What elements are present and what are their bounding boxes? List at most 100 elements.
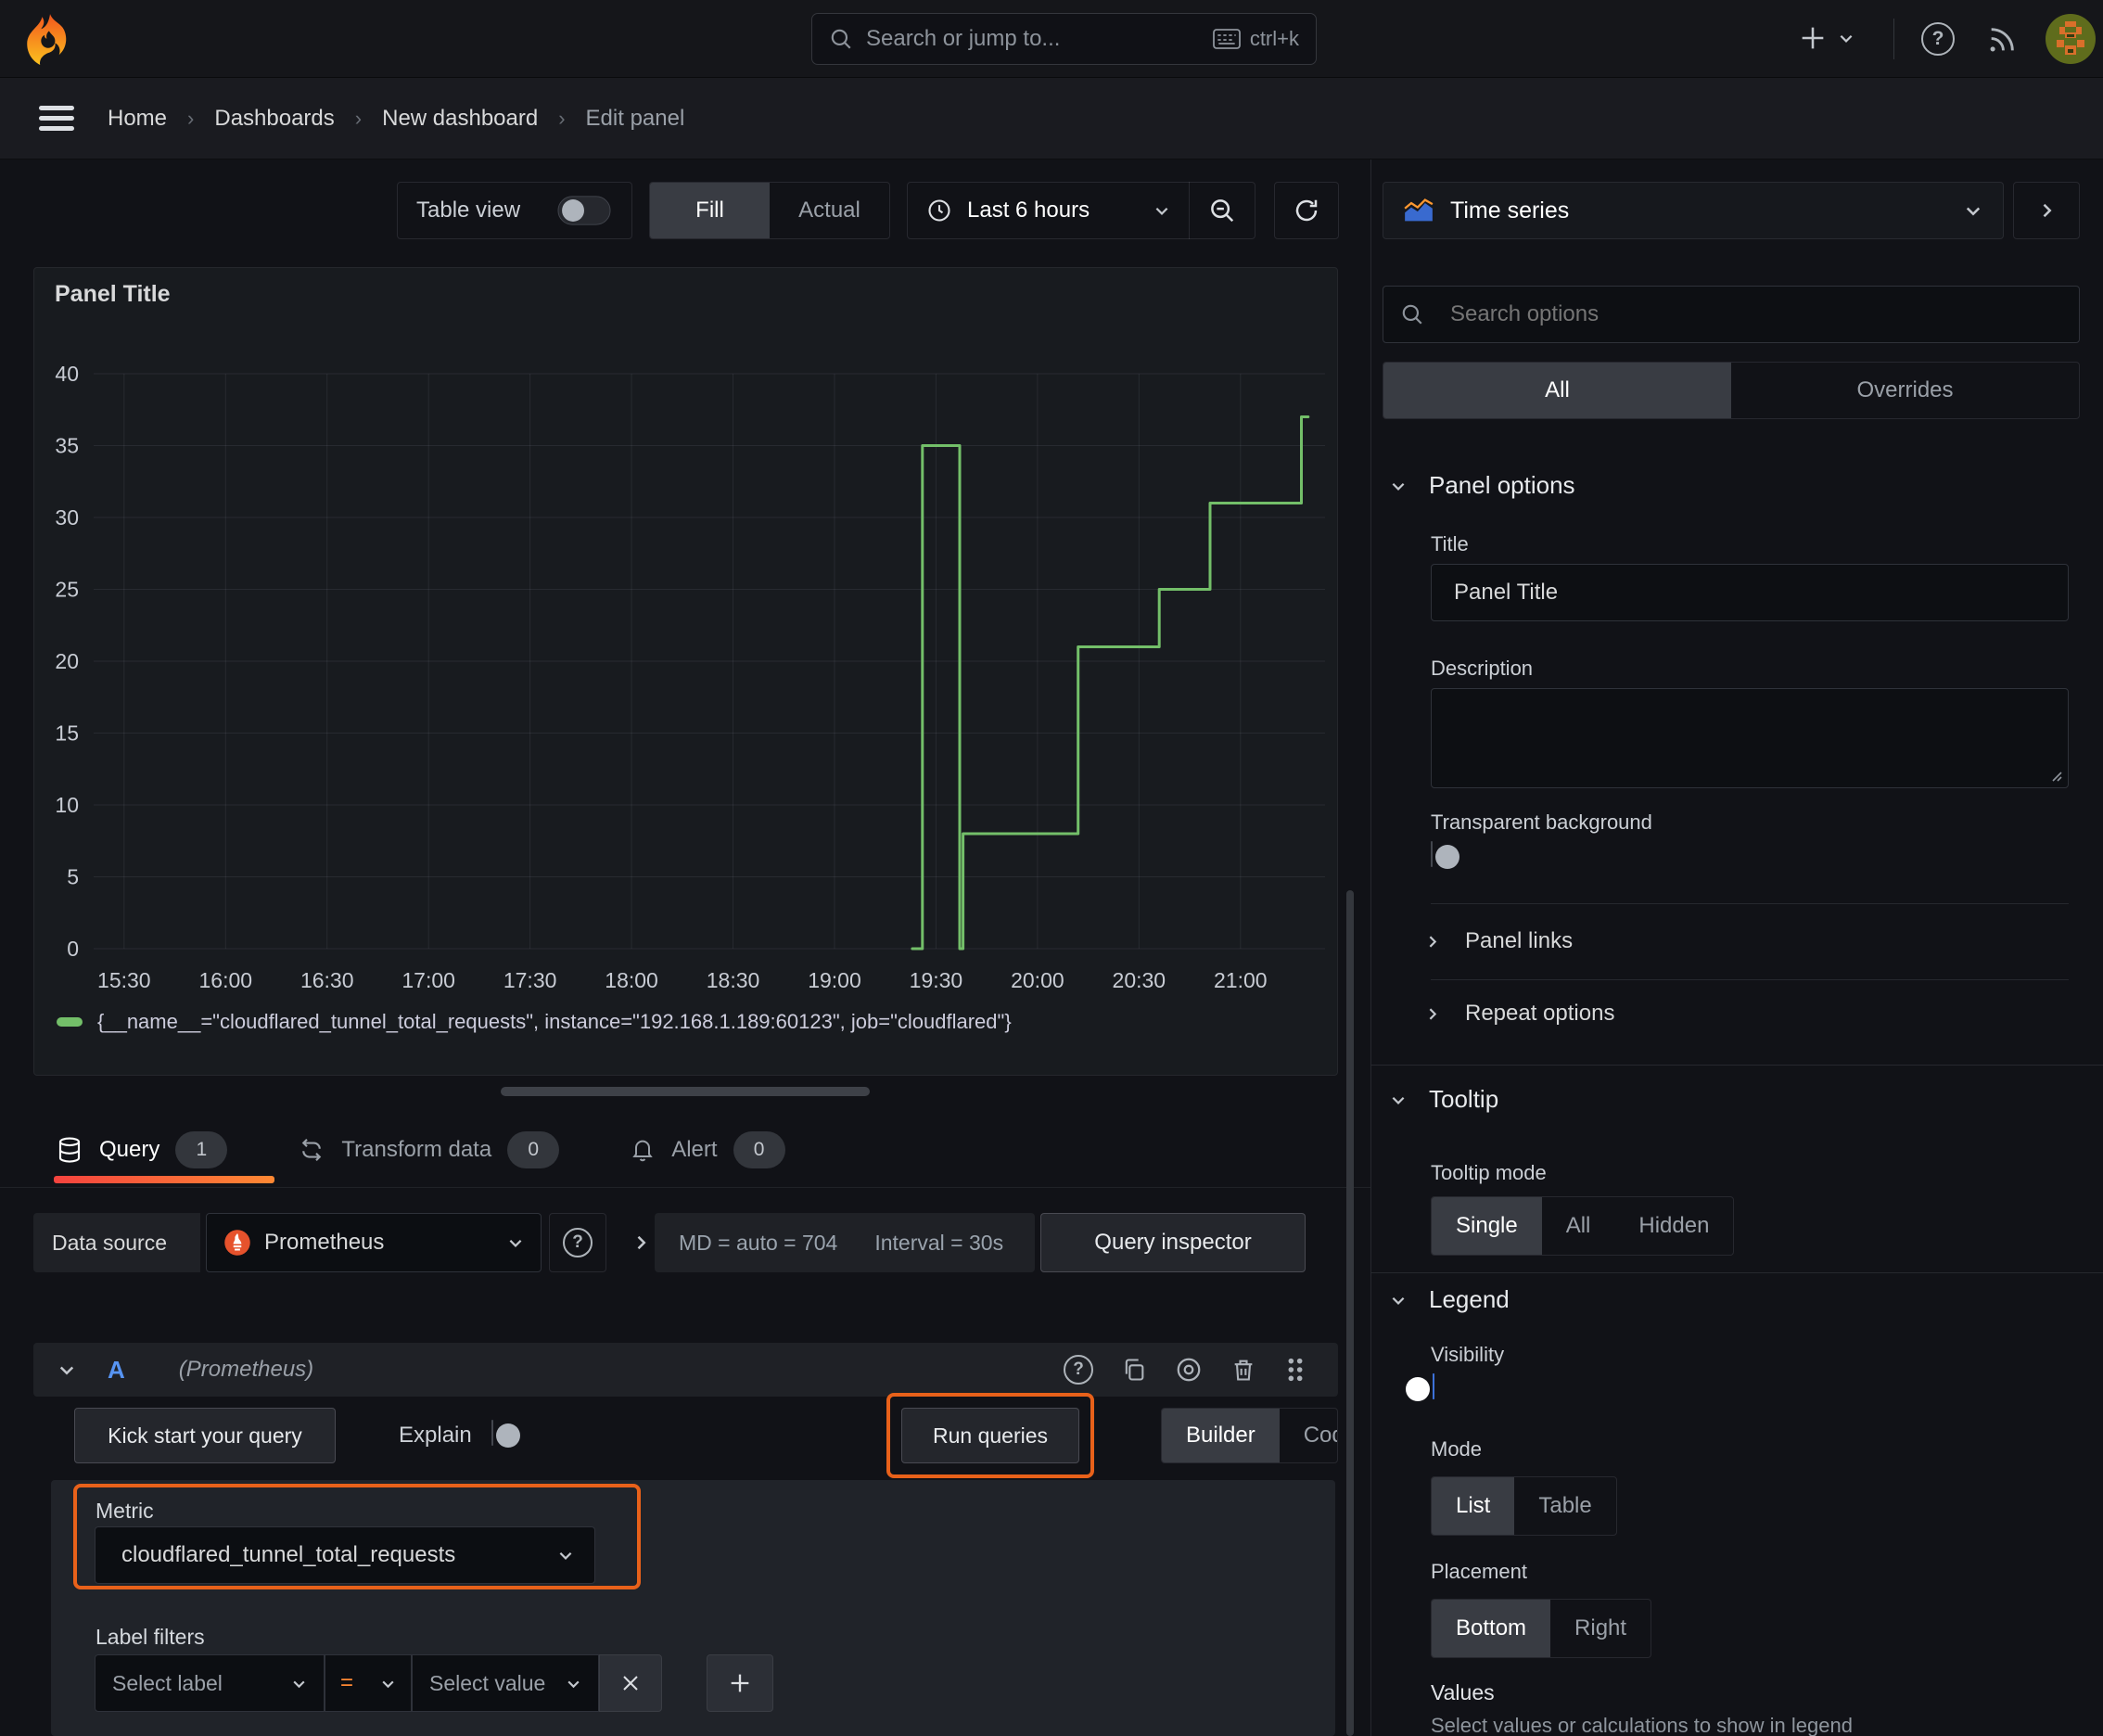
builder-option[interactable]: Builder xyxy=(1162,1409,1280,1462)
title-field[interactable] xyxy=(1431,564,2069,621)
tab-alert[interactable]: Alert 0 xyxy=(630,1131,785,1168)
eye-icon[interactable] xyxy=(1175,1356,1203,1384)
remove-filter-button[interactable] xyxy=(599,1654,662,1712)
tooltip-hidden-option[interactable]: Hidden xyxy=(1614,1197,1733,1255)
add-filter-button[interactable] xyxy=(707,1654,773,1712)
grafana-logo-icon[interactable] xyxy=(26,13,74,65)
search-icon xyxy=(829,27,853,51)
new-dropdown-button[interactable] xyxy=(1797,22,1854,54)
legend-header[interactable]: Legend xyxy=(1390,1285,1510,1314)
chevron-down-icon xyxy=(1964,201,1982,220)
breadcrumb-home[interactable]: Home xyxy=(108,106,167,132)
time-series-chart[interactable]: 0 5 10 15 20 25 30 35 40 15:30 16:00 16:30 17:00 17:3… xyxy=(34,314,1329,1001)
chevron-down-icon xyxy=(1390,1091,1407,1108)
viz-suggestions-button[interactable] xyxy=(2013,182,2080,239)
transform-icon xyxy=(298,1136,325,1164)
placement-bottom-option[interactable]: Bottom xyxy=(1432,1600,1551,1657)
chevron-down-icon[interactable] xyxy=(57,1360,76,1379)
placement-right-option[interactable]: Right xyxy=(1550,1600,1651,1657)
run-queries-button[interactable]: Run queries xyxy=(901,1408,1079,1463)
help-button[interactable]: ? xyxy=(1921,22,1955,56)
options-search-input[interactable] xyxy=(1428,301,2079,327)
fill-option[interactable]: Fill xyxy=(650,183,770,238)
tooltip-header[interactable]: Tooltip xyxy=(1390,1085,1498,1114)
select-label-dropdown[interactable]: Select label xyxy=(95,1654,325,1712)
metric-select[interactable]: cloudflared_tunnel_total_requests xyxy=(95,1526,595,1584)
clock-icon xyxy=(926,198,952,223)
tab-overrides[interactable]: Overrides xyxy=(1731,363,2079,418)
svg-text:15:30: 15:30 xyxy=(97,968,151,992)
breadcrumb-separator: › xyxy=(558,107,566,130)
query-inspector-button[interactable]: Query inspector xyxy=(1040,1213,1306,1272)
copy-icon[interactable] xyxy=(1121,1357,1147,1383)
tab-query[interactable]: Query 1 xyxy=(56,1131,228,1168)
explain-toggle[interactable] xyxy=(491,1420,493,1446)
legend-table-option[interactable]: Table xyxy=(1514,1477,1615,1535)
query-row-header[interactable]: A (Prometheus) ? xyxy=(33,1343,1338,1397)
time-range-button[interactable]: Last 6 hours xyxy=(908,198,1189,223)
legend-label[interactable]: {__name__="cloudflared_tunnel_total_requ… xyxy=(97,1010,1012,1034)
kick-start-query-button[interactable]: Kick start your query xyxy=(74,1408,336,1463)
query-count-badge: 1 xyxy=(175,1131,228,1168)
visualization-picker[interactable]: Time series xyxy=(1383,182,2004,239)
operator-dropdown[interactable]: = xyxy=(325,1654,412,1712)
legend-list-option[interactable]: List xyxy=(1432,1477,1515,1535)
query-help-icon[interactable]: ? xyxy=(1064,1355,1093,1385)
scrollbar[interactable] xyxy=(1346,890,1354,1736)
drag-handle-icon[interactable] xyxy=(1284,1357,1306,1383)
plus-icon xyxy=(731,1674,749,1692)
news-feed-button[interactable] xyxy=(1986,24,2018,56)
svg-text:16:00: 16:00 xyxy=(199,968,253,992)
refresh-button[interactable] xyxy=(1274,182,1339,239)
options-search[interactable] xyxy=(1383,286,2080,343)
transparent-background-toggle[interactable] xyxy=(1431,841,1433,867)
select-value-dropdown[interactable]: Select value xyxy=(412,1654,599,1712)
chart-legend: {__name__="cloudflared_tunnel_total_requ… xyxy=(57,1010,1012,1034)
menu-icon[interactable] xyxy=(39,106,74,132)
user-avatar[interactable] xyxy=(2046,14,2096,64)
section-divider xyxy=(1431,903,2069,904)
shortcut-hint: ctrl+k xyxy=(1212,27,1299,51)
table-view-toggle[interactable] xyxy=(557,196,611,225)
svg-text:40: 40 xyxy=(55,362,79,386)
breadcrumb-new-dashboard[interactable]: New dashboard xyxy=(382,106,538,132)
title-input[interactable] xyxy=(1432,580,2068,606)
code-option[interactable]: Code xyxy=(1280,1409,1337,1462)
transparent-background-label: Transparent background xyxy=(1431,811,1652,834)
actual-option[interactable]: Actual xyxy=(770,183,889,238)
tooltip-single-option[interactable]: Single xyxy=(1432,1197,1542,1255)
tab-transform-data[interactable]: Transform data 0 xyxy=(298,1131,560,1168)
table-view-label: Table view xyxy=(416,198,521,223)
section-divider xyxy=(1371,1065,2103,1066)
search-input[interactable] xyxy=(866,26,1200,52)
datasource-help-button[interactable]: ? xyxy=(549,1213,606,1272)
breadcrumb-bar: Home › Dashboards › New dashboard › Edit… xyxy=(0,78,2103,215)
panel-options-header[interactable]: Panel options xyxy=(1390,471,1575,500)
legend-placement-label: Placement xyxy=(1431,1560,1527,1583)
section-divider xyxy=(1431,979,2069,980)
trash-icon[interactable] xyxy=(1230,1357,1256,1383)
svg-text:17:30: 17:30 xyxy=(503,968,557,992)
datasource-picker[interactable]: Prometheus xyxy=(206,1213,542,1272)
svg-text:0: 0 xyxy=(67,937,79,961)
legend-visibility-toggle[interactable] xyxy=(1433,1373,1434,1399)
time-range-control: Last 6 hours xyxy=(907,182,1255,239)
chevron-down-icon xyxy=(507,1234,524,1251)
tooltip-all-option[interactable]: All xyxy=(1542,1197,1615,1255)
breadcrumb-dashboards[interactable]: Dashboards xyxy=(214,106,334,132)
resize-grip-icon[interactable] xyxy=(2047,767,2062,782)
legend-mode-label: Mode xyxy=(1431,1437,1483,1461)
zoom-out-button[interactable] xyxy=(1190,197,1255,224)
resize-handle[interactable] xyxy=(501,1087,870,1096)
datasource-label: Data source xyxy=(33,1213,200,1272)
tab-all[interactable]: All xyxy=(1383,363,1731,418)
active-tab-indicator xyxy=(54,1176,274,1183)
legend-values-hint: Select values or calculations to show in… xyxy=(1431,1714,1853,1736)
description-input[interactable] xyxy=(1432,689,2068,787)
global-search[interactable]: ctrl+k xyxy=(811,13,1317,65)
panel-links-section[interactable]: Panel links xyxy=(1424,918,1573,964)
repeat-options-section[interactable]: Repeat options xyxy=(1424,990,1614,1037)
chevron-right-icon[interactable] xyxy=(627,1213,655,1272)
description-field[interactable] xyxy=(1431,688,2069,788)
svg-text:20:30: 20:30 xyxy=(1113,968,1166,992)
